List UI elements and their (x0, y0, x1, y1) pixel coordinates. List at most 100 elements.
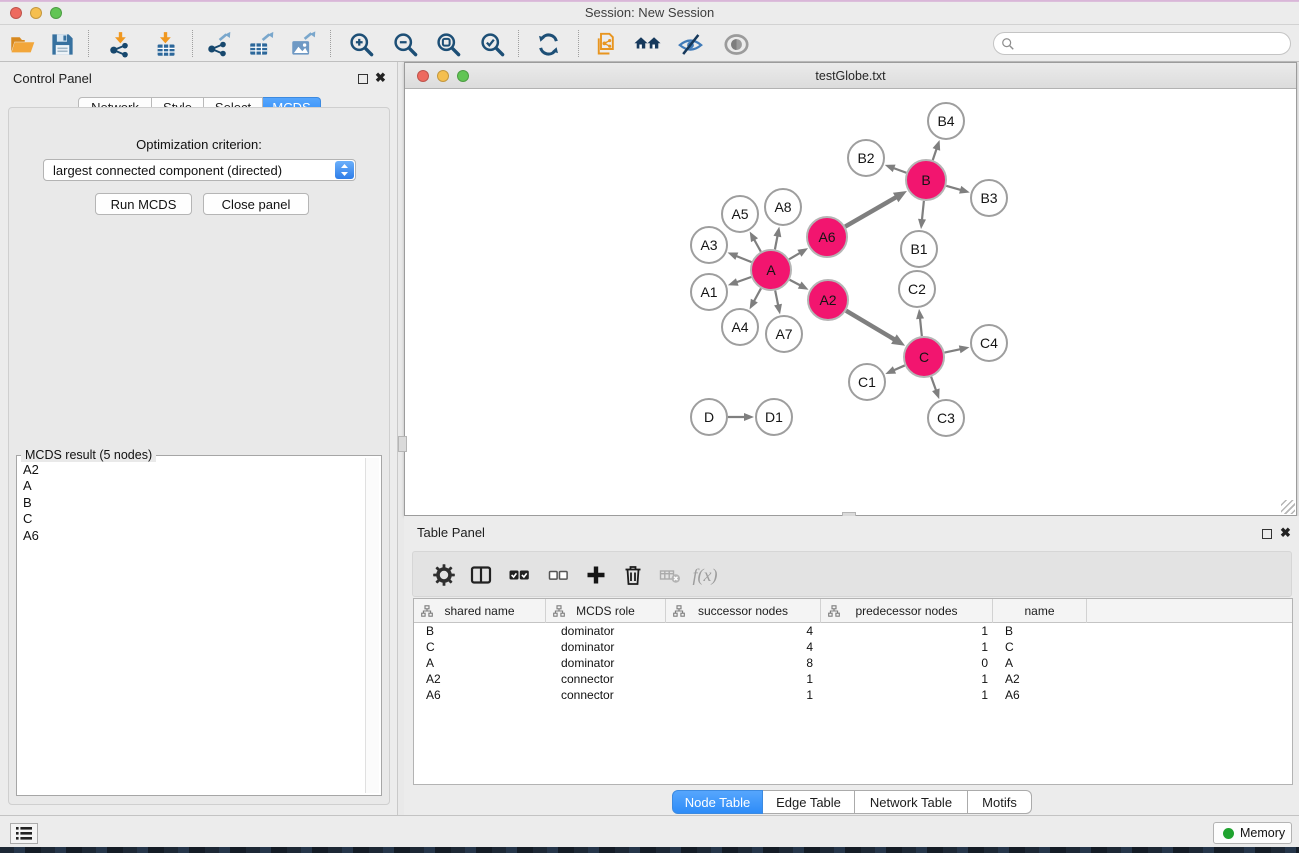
import-network-icon (107, 31, 134, 58)
save-session-button[interactable] (45, 29, 79, 59)
import-network-button[interactable] (103, 29, 137, 59)
mcds-result-item[interactable]: C (19, 511, 364, 527)
graph-node-A8[interactable]: A8 (765, 189, 801, 225)
graph-node-B1[interactable]: B1 (901, 231, 937, 267)
graph-edge-A-A1[interactable] (728, 277, 751, 286)
mcds-result-item[interactable]: A (19, 478, 364, 494)
graph-edge-A-A2[interactable] (790, 280, 809, 290)
export-table-button[interactable] (244, 29, 278, 59)
window-resize-grip[interactable] (1281, 500, 1295, 514)
function-builder-button[interactable]: f(x) (689, 560, 721, 590)
run-mcds-button[interactable]: Run MCDS (95, 193, 192, 215)
graph-edge-A6-B[interactable] (845, 191, 907, 227)
tab-motifs[interactable]: Motifs (968, 790, 1032, 814)
float-panel-icon[interactable] (358, 74, 368, 84)
show-column-button[interactable] (465, 560, 497, 590)
graph-node-A3[interactable]: A3 (691, 227, 727, 263)
graph-edge-B-B1[interactable] (918, 201, 926, 229)
show-graphics-details-button[interactable] (719, 29, 753, 59)
graph-edge-A-A3[interactable] (728, 252, 752, 262)
graph-edge-A-A6[interactable] (789, 248, 808, 259)
graph-edge-B-B3[interactable] (946, 186, 970, 194)
column-header-name[interactable]: name (993, 599, 1087, 623)
graph-node-B2[interactable]: B2 (848, 140, 884, 176)
graph-node-C[interactable]: C (904, 337, 944, 377)
graph-edge-C-C4[interactable] (945, 345, 970, 353)
column-header-shared-name[interactable]: shared name (414, 599, 546, 623)
column-header-mcds-role[interactable]: MCDS role (546, 599, 666, 623)
delete-table-button[interactable] (654, 560, 686, 590)
table-settings-button[interactable] (428, 560, 460, 590)
splitter-handle-left[interactable] (398, 436, 407, 452)
mcds-result-item[interactable]: B (19, 495, 364, 511)
column-header-successor-nodes[interactable]: successor nodes (666, 599, 821, 623)
search-input[interactable] (1019, 34, 1284, 53)
table-row[interactable]: Bdominator41B (414, 623, 1292, 639)
first-neighbors-button[interactable] (630, 29, 664, 59)
new-network-from-selection-button[interactable] (588, 29, 622, 59)
export-image-button[interactable] (286, 29, 320, 59)
graph-node-A6[interactable]: A6 (807, 217, 847, 257)
zoom-out-button[interactable] (388, 29, 422, 59)
graph-node-A[interactable]: A (751, 250, 791, 290)
memory-button[interactable]: Memory (1213, 822, 1292, 844)
float-table-panel-icon[interactable] (1262, 529, 1272, 539)
zoom-fit-button[interactable] (431, 29, 465, 59)
graph-node-A4[interactable]: A4 (722, 309, 758, 345)
open-file-button[interactable] (5, 29, 39, 59)
graph-node-B3[interactable]: B3 (971, 180, 1007, 216)
graph-edge-A-A7[interactable] (774, 291, 782, 315)
graph-edge-A-A8[interactable] (773, 227, 781, 250)
apply-layout-button[interactable] (531, 29, 565, 59)
delete-columns-button[interactable] (617, 560, 649, 590)
graph-node-D1[interactable]: D1 (756, 399, 792, 435)
table-row[interactable]: A2connector11A2 (414, 671, 1292, 687)
graph-node-C4[interactable]: C4 (971, 325, 1007, 361)
graph-node-A1[interactable]: A1 (691, 274, 727, 310)
memory-status-icon (1223, 828, 1234, 839)
zoom-in-button[interactable] (344, 29, 378, 59)
close-panel-icon[interactable]: ✖ (375, 72, 386, 84)
graph-node-C1[interactable]: C1 (849, 364, 885, 400)
tab-network-table[interactable]: Network Table (855, 790, 968, 814)
close-table-panel-icon[interactable]: ✖ (1280, 527, 1291, 539)
table-row[interactable]: Adominator80A (414, 655, 1292, 671)
graph-edge-A-A4[interactable] (750, 288, 761, 309)
mcds-result-item[interactable]: A2 (19, 462, 364, 478)
graph-edge-C-C2[interactable] (916, 309, 924, 336)
export-network-button[interactable] (201, 29, 235, 59)
result-scrollbar[interactable] (365, 458, 379, 793)
graph-node-A5[interactable]: A5 (722, 196, 758, 232)
graph-edge-B-B2[interactable] (885, 165, 907, 173)
graph-edge-B-B4[interactable] (933, 140, 941, 160)
tab-node-table[interactable]: Node Table (672, 790, 763, 814)
graph-edge-C-C3[interactable] (931, 377, 939, 399)
import-table-button[interactable] (148, 29, 182, 59)
svg-text:A7: A7 (775, 326, 792, 342)
graph-edge-C-C1[interactable] (885, 365, 904, 374)
close-panel-button[interactable]: Close panel (203, 193, 309, 215)
table-row[interactable]: A6connector11A6 (414, 687, 1292, 703)
graph-node-C2[interactable]: C2 (899, 271, 935, 307)
mcds-result-item[interactable]: A6 (19, 528, 364, 544)
graph-node-A7[interactable]: A7 (766, 316, 802, 352)
zoom-selected-button[interactable] (475, 29, 509, 59)
graph-node-A2[interactable]: A2 (808, 280, 848, 320)
network-canvas[interactable]: A A1 A2 A3 A4 A5 A6 A7 A8 B B1 B2 B3 B4 C C1 C2 C3 C4 D D1 (405, 89, 1296, 515)
graph-node-D[interactable]: D (691, 399, 727, 435)
show-panels-menu-button[interactable] (10, 823, 38, 844)
graph-node-B[interactable]: B (906, 160, 946, 200)
column-header-predecessor-nodes[interactable]: predecessor nodes (821, 599, 993, 623)
table-row[interactable]: Cdominator41C (414, 639, 1292, 655)
graph-edge-D-D1[interactable] (728, 413, 754, 421)
graph-node-B4[interactable]: B4 (928, 103, 964, 139)
graph-edge-A2-C[interactable] (846, 311, 905, 346)
optimization-criterion-select[interactable]: largest connected component (directed) (43, 159, 356, 181)
select-all-columns-button[interactable] (503, 560, 535, 590)
deselect-all-columns-button[interactable] (542, 560, 574, 590)
graph-edge-A-A5[interactable] (750, 231, 761, 251)
hide-annotations-button[interactable] (673, 29, 707, 59)
tab-edge-table[interactable]: Edge Table (763, 790, 855, 814)
graph-node-C3[interactable]: C3 (928, 400, 964, 436)
create-column-button[interactable] (580, 560, 612, 590)
